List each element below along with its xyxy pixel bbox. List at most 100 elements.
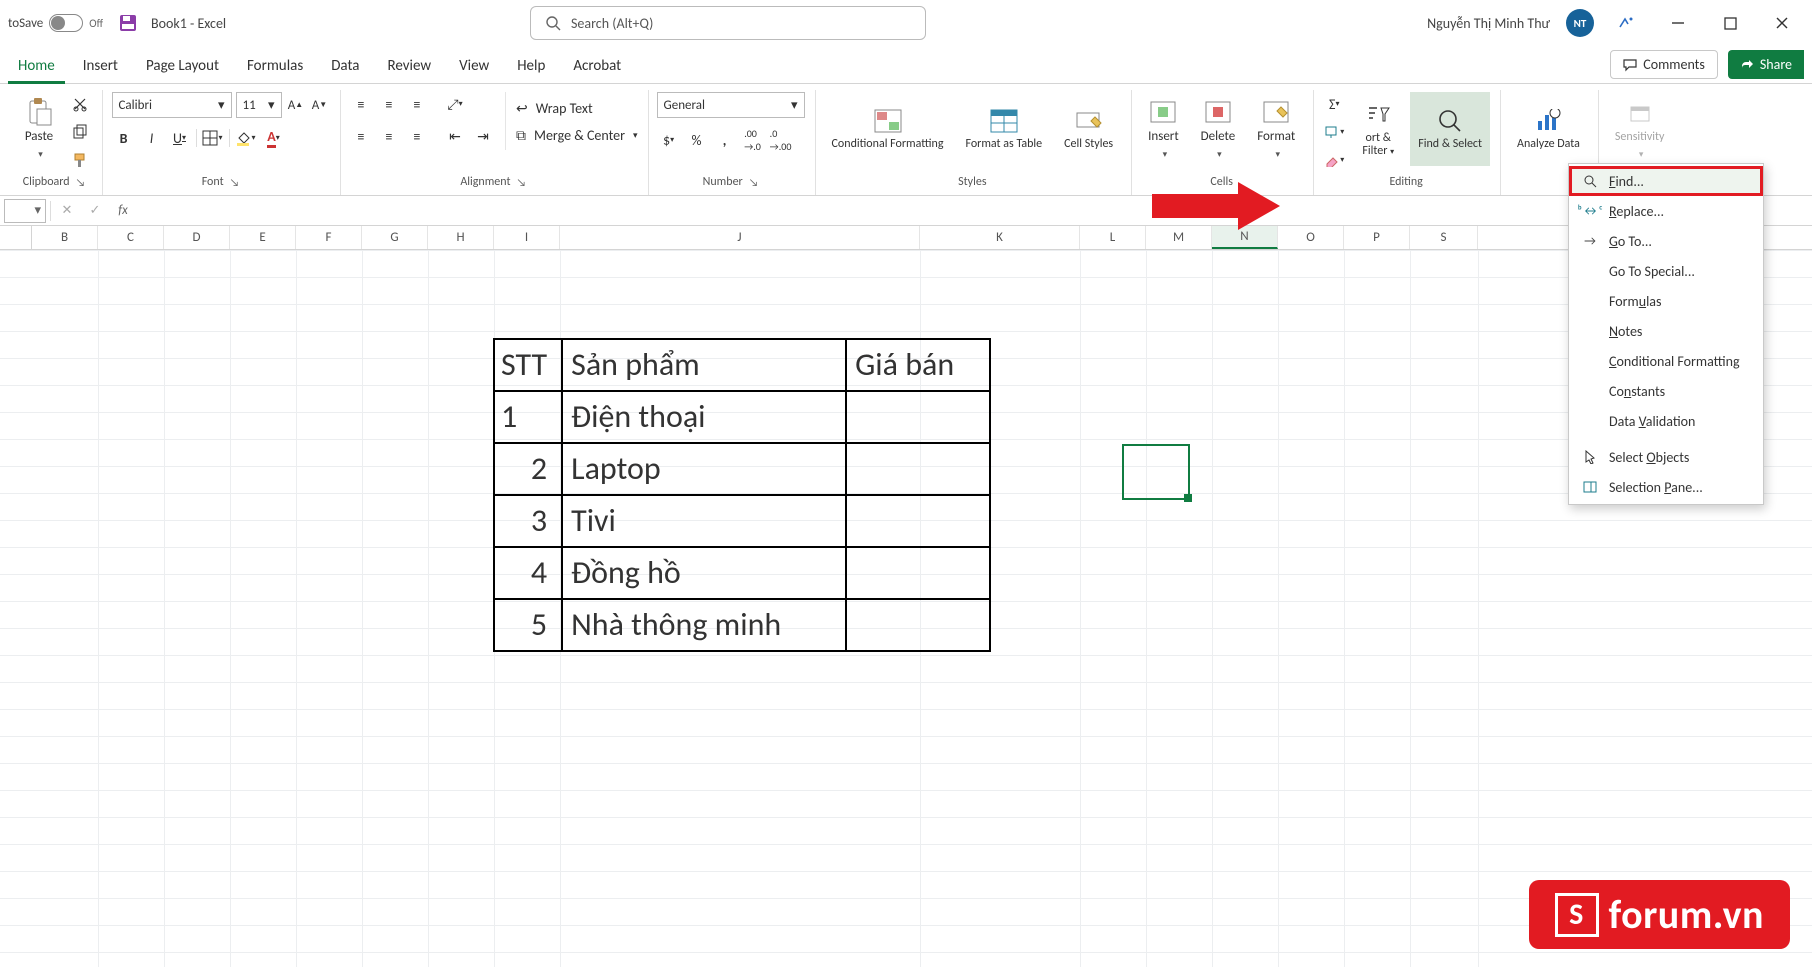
save-icon[interactable]	[119, 14, 137, 32]
increase-indent-icon[interactable]: ⇥	[471, 124, 495, 148]
column-header[interactable]: C	[98, 226, 164, 249]
tab-page-layout[interactable]: Page Layout	[132, 49, 233, 83]
percent-format-icon[interactable]: %	[685, 128, 709, 152]
menu-item-replace[interactable]: ᵇ↔ᶜReplace...	[1569, 196, 1763, 226]
user-avatar[interactable]: NT	[1566, 9, 1594, 37]
delete-cells-button[interactable]: Delete	[1193, 92, 1244, 166]
tab-view[interactable]: View	[445, 49, 503, 83]
table-cell[interactable]: 3	[494, 495, 562, 547]
align-bottom-icon[interactable]: ≡	[405, 92, 429, 116]
column-header[interactable]: I	[494, 226, 560, 249]
sort-filter-button[interactable]: ort &Filter ▾	[1352, 92, 1404, 166]
table-header-cell[interactable]: STT	[494, 339, 562, 391]
table-cell[interactable]: 5	[494, 599, 562, 651]
column-header[interactable]: N	[1212, 226, 1278, 249]
cancel-formula-icon[interactable]: ✕	[55, 203, 79, 218]
format-as-table-button[interactable]: Format as Table	[957, 92, 1050, 166]
clear-icon[interactable]: ▾	[1322, 148, 1346, 172]
paste-button[interactable]: Paste	[16, 92, 62, 166]
format-cells-button[interactable]: Format	[1249, 92, 1303, 166]
comments-button[interactable]: Comments	[1610, 50, 1718, 79]
cell-styles-button[interactable]: Cell Styles	[1056, 92, 1121, 166]
tab-home[interactable]: Home	[4, 49, 69, 83]
decrease-font-icon[interactable]: A▼	[310, 95, 330, 115]
table-cell[interactable]: Điện thoại	[562, 391, 846, 443]
menu-item-formulas[interactable]: Formulas	[1569, 286, 1763, 316]
close-icon[interactable]	[1762, 5, 1802, 41]
table-cell[interactable]	[846, 495, 990, 547]
tab-acrobat[interactable]: Acrobat	[559, 49, 635, 83]
dialog-launcher-icon[interactable]: ↘	[76, 176, 86, 189]
menu-item-goto-special[interactable]: Go To Special...	[1569, 256, 1763, 286]
comma-format-icon[interactable]: ,	[713, 128, 737, 152]
user-name[interactable]: Nguyễn Thị Minh Thư	[1427, 15, 1550, 32]
table-header-cell[interactable]: Sản phẩm	[562, 339, 846, 391]
menu-item-conditional-formatting[interactable]: Conditional Formatting	[1569, 346, 1763, 376]
column-header[interactable]: P	[1344, 226, 1410, 249]
autosum-icon[interactable]: Σ▾	[1322, 92, 1346, 116]
table-cell[interactable]	[846, 443, 990, 495]
table-cell[interactable]: 4	[494, 547, 562, 599]
column-header[interactable]: S	[1410, 226, 1478, 249]
table-cell[interactable]: Đồng hồ	[562, 547, 846, 599]
table-cell[interactable]: 1	[494, 391, 562, 443]
insert-cells-button[interactable]: Insert	[1140, 92, 1187, 166]
column-header[interactable]: J	[560, 226, 920, 249]
autosave-toggle[interactable]: toSave Off	[8, 14, 103, 32]
table-cell[interactable]	[846, 547, 990, 599]
increase-font-icon[interactable]: A▲	[286, 95, 306, 115]
find-select-button[interactable]: Find & Select	[1410, 92, 1490, 166]
wrap-text-button[interactable]: ↩Wrap Text	[516, 100, 638, 117]
menu-item-goto[interactable]: →Go To...	[1569, 226, 1763, 256]
menu-item-selection-pane[interactable]: Selection Pane...	[1569, 472, 1763, 502]
column-header[interactable]: O	[1278, 226, 1344, 249]
italic-icon[interactable]: I	[140, 126, 164, 150]
table-cell[interactable]: Tivi	[562, 495, 846, 547]
cut-icon[interactable]	[68, 92, 92, 116]
minimize-icon[interactable]	[1658, 5, 1698, 41]
dialog-launcher-icon[interactable]: ↘	[230, 176, 240, 189]
column-header[interactable]: E	[230, 226, 296, 249]
ribbon-display-icon[interactable]	[1606, 5, 1646, 41]
align-right-icon[interactable]: ≡	[405, 124, 429, 148]
align-top-icon[interactable]: ≡	[349, 92, 373, 116]
dialog-launcher-icon[interactable]: ↘	[517, 176, 527, 189]
formula-input[interactable]	[139, 199, 1808, 223]
enter-formula-icon[interactable]: ✓	[83, 203, 107, 218]
fill-icon[interactable]: ▾	[1322, 120, 1346, 144]
orientation-icon[interactable]: ⤢▾	[443, 92, 467, 116]
tab-insert[interactable]: Insert	[69, 49, 132, 83]
dialog-launcher-icon[interactable]: ↘	[749, 176, 759, 189]
decrease-decimal-icon[interactable]: .0→.00	[769, 128, 793, 152]
select-all-corner[interactable]	[0, 226, 32, 249]
copy-icon[interactable]	[68, 120, 92, 144]
menu-item-notes[interactable]: Notes	[1569, 316, 1763, 346]
increase-decimal-icon[interactable]: .00→.0	[741, 128, 765, 152]
menu-item-constants[interactable]: Constants	[1569, 376, 1763, 406]
format-painter-icon[interactable]	[68, 148, 92, 172]
font-color-icon[interactable]: A▾	[262, 126, 286, 150]
accounting-format-icon[interactable]: $▾	[657, 128, 681, 152]
fill-color-icon[interactable]: ▾	[234, 126, 258, 150]
align-left-icon[interactable]: ≡	[349, 124, 373, 148]
autosave-switch[interactable]	[49, 14, 83, 32]
analyze-data-button[interactable]: Analyze Data	[1509, 92, 1588, 166]
column-header[interactable]: F	[296, 226, 362, 249]
column-header[interactable]: D	[164, 226, 230, 249]
spreadsheet-grid[interactable]: STT Sản phẩm Giá bán 1Điện thoại2Laptop3…	[0, 250, 1812, 967]
table-cell[interactable]	[846, 391, 990, 443]
decrease-indent-icon[interactable]: ⇤	[443, 124, 467, 148]
column-header[interactable]: M	[1146, 226, 1212, 249]
align-middle-icon[interactable]: ≡	[377, 92, 401, 116]
column-header[interactable]: G	[362, 226, 428, 249]
menu-item-data-validation[interactable]: Data Validation	[1569, 406, 1763, 436]
column-header[interactable]: H	[428, 226, 494, 249]
tab-data[interactable]: Data	[317, 49, 373, 83]
share-button[interactable]: Share	[1728, 50, 1804, 79]
column-header[interactable]: B	[32, 226, 98, 249]
table-header-cell[interactable]: Giá bán	[846, 339, 990, 391]
underline-icon[interactable]: U▾	[168, 126, 192, 150]
column-header[interactable]: L	[1080, 226, 1146, 249]
tab-review[interactable]: Review	[374, 49, 446, 83]
name-box[interactable]: ▾	[4, 199, 46, 223]
